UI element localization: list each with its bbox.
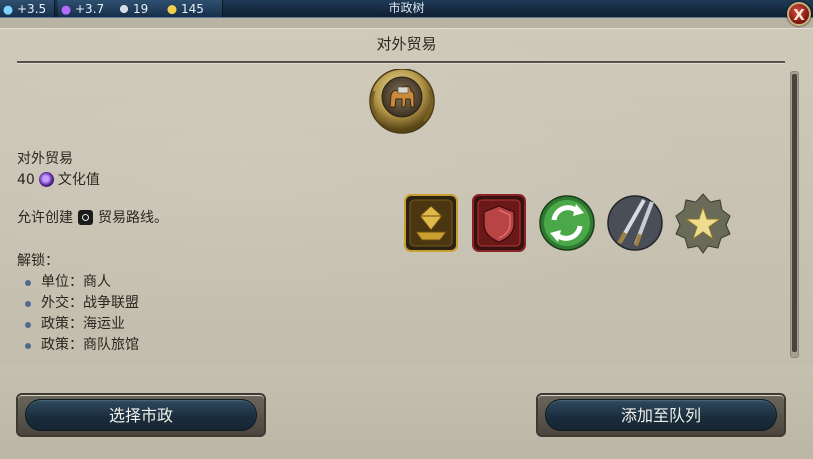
select-civic-label[interactable]: 选择市政 [25,399,257,431]
civic-cost: 40 文化值 [17,169,100,189]
science-resource: +3.5 [0,0,55,17]
recycle-arrows-icon[interactable] [538,192,596,254]
civic-description: 允许创建 贸易路线。 [17,207,168,227]
economic-policy-card-icon[interactable] [402,192,460,254]
culture-value: +3.7 [75,1,105,16]
select-civic-button[interactable]: 选择市政 [16,393,266,437]
camel-trade-icon [369,69,435,134]
culture-resource: +3.7 [58,0,117,17]
cost-unit: 文化值 [57,172,100,188]
star-badge-icon[interactable] [674,192,732,254]
close-button[interactable]: X [787,2,811,26]
gold-value: 145 [181,1,204,16]
culture-icon [38,172,54,187]
civic-detail-panel: 对外贸易 对外贸易 40 文化值 允许创建 贸易路线。 解锁： 单位：商人 外交… [0,28,813,366]
add-to-queue-label[interactable]: 添加至队列 [545,399,777,431]
civic-name: 对外贸易 [17,151,73,167]
unlocks-section: 单位：商人 外交：战争联盟 政策：海运业 政策：商队旅馆 [17,272,139,356]
unlock-icons-row [402,192,738,254]
list-item: 政策：商队旅馆 [17,335,139,356]
list-item: 外交：战争联盟 [17,293,139,314]
close-icon: X [793,6,805,24]
panel-title: 对外贸易 [376,35,437,53]
faith-resource: 19 [116,0,165,17]
faith-value: 19 [133,1,149,16]
description-prefix: 允许创建 [17,210,73,226]
title-divider [17,61,785,64]
trade-route-icon [78,210,93,225]
list-item: 政策：海运业 [17,314,139,335]
description-suffix: 贸易路线。 [98,210,168,226]
science-value: +3.5 [17,1,47,16]
gold-resource: 145 [164,0,223,17]
faith-icon [118,2,130,15]
unlocks-list: 单位：商人 外交：战争联盟 政策：海运业 政策：商队旅馆 [17,272,139,356]
crossed-swords-icon[interactable] [606,192,664,254]
scrollbar-thumb[interactable] [792,74,797,352]
list-item: 单位：商人 [17,272,139,293]
detail-scrollbar[interactable] [790,71,799,358]
unlocks-heading: 解锁： [17,253,59,269]
add-to-queue-button[interactable]: 添加至队列 [536,393,786,437]
flask-icon [2,2,14,15]
military-policy-card-icon[interactable] [470,192,528,254]
culture-icon [60,2,72,15]
cost-value: 40 [17,172,35,188]
top-resource-bar: +3.5 +3.7 19 145 [0,0,813,18]
gold-icon [166,2,178,15]
